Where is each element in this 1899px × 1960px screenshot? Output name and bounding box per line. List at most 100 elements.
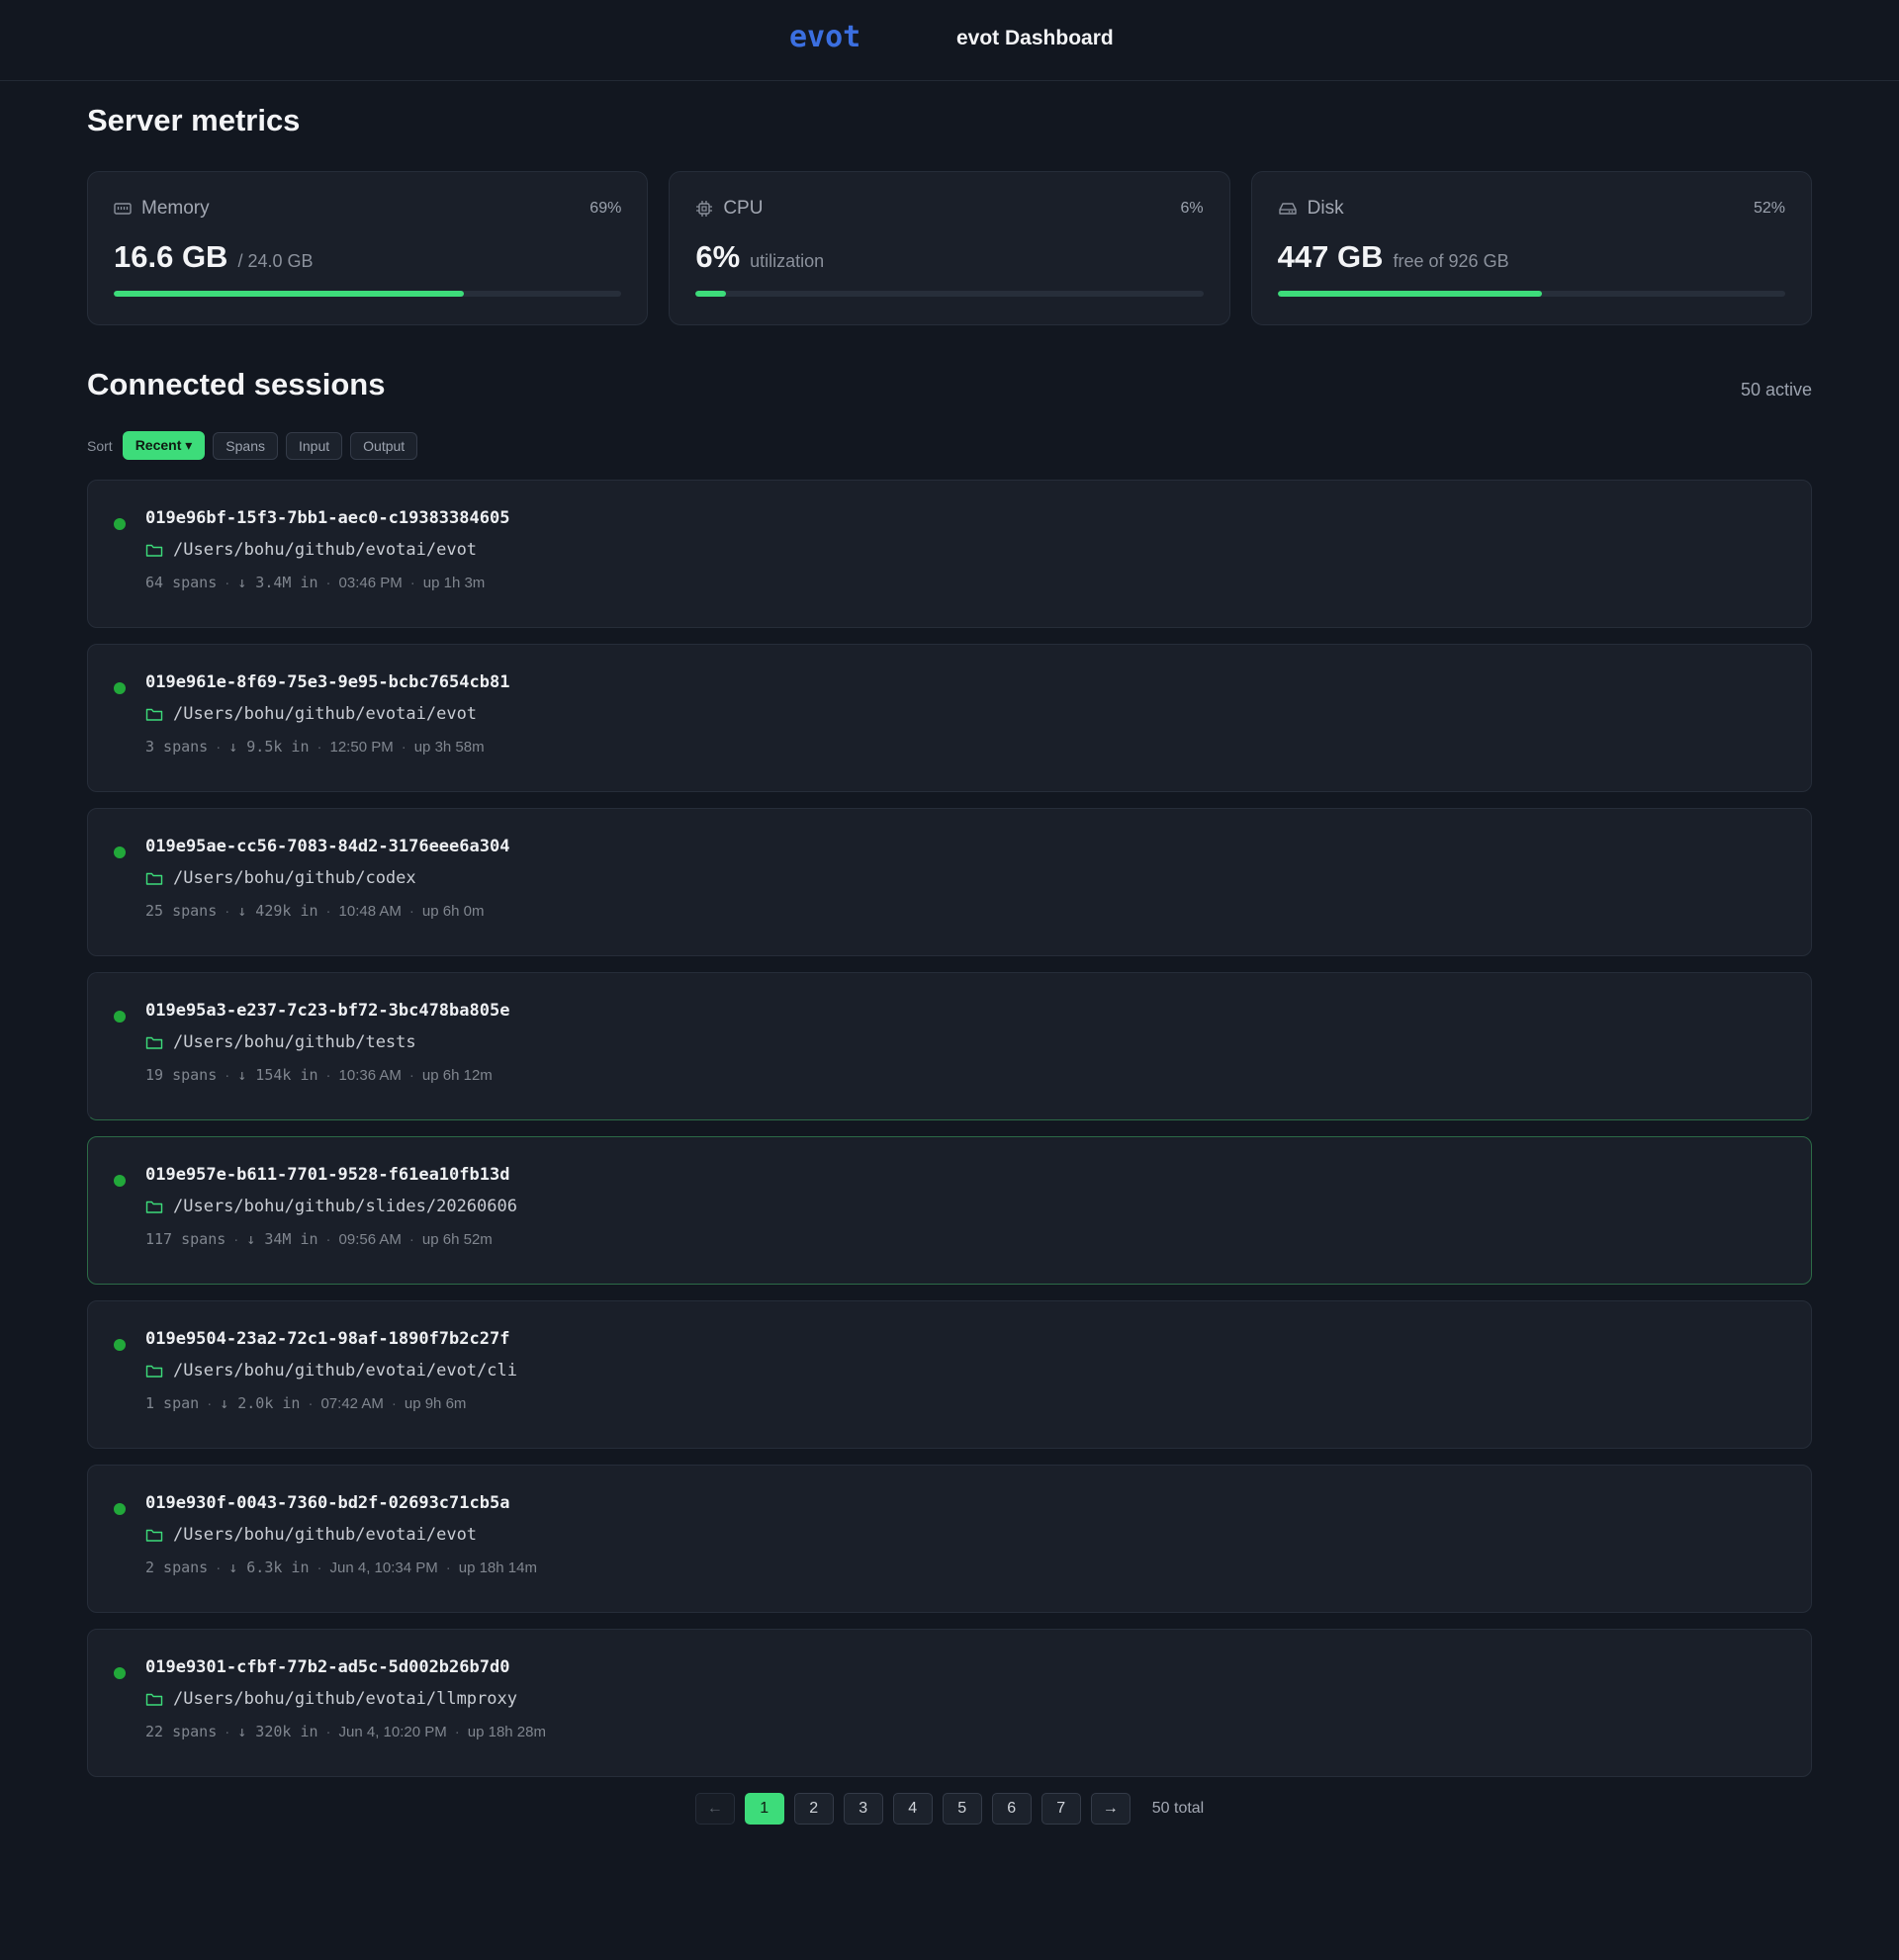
session-id: 019e96bf-15f3-7bb1-aec0-c19383384605 [145,508,510,528]
session-uptime: up 3h 58m [413,738,485,756]
brand-logo[interactable]: evot [789,20,860,54]
session-path: /Users/bohu/github/slides/20260606 [173,1197,517,1216]
session-card[interactable]: 019e9301-cfbf-77b2-ad5c-5d002b26b7d0 /Us… [87,1629,1812,1777]
page-button-4[interactable]: 4 [892,1793,933,1825]
session-spans: 22 spans [145,1723,218,1740]
session-uptime: up 6h 0m [421,902,485,920]
pagination: ← 1 2 3 4 5 6 7 → 50 total [87,1793,1812,1825]
session-input: ↓ 2.0k in [220,1394,301,1412]
page-button-5[interactable]: 5 [942,1793,982,1825]
disk-label: Disk [1307,198,1344,219]
page-button-1[interactable]: 1 [744,1793,784,1825]
session-input: ↓ 6.3k in [228,1559,310,1576]
metrics-heading: Server metrics [87,103,301,137]
page-button-7[interactable]: 7 [1040,1793,1081,1825]
disk-sub: free of 926 GB [1393,251,1509,271]
session-id: 019e9504-23a2-72c1-98af-1890f7b2c27f [145,1329,510,1349]
session-time: 12:50 PM [329,738,394,756]
session-uptime: up 18h 14m [458,1559,537,1576]
session-time: 10:48 AM [338,902,402,920]
session-card[interactable]: 019e930f-0043-7360-bd2f-02693c71cb5a /Us… [87,1465,1812,1613]
memory-icon [114,202,132,216]
folder-icon [145,543,163,558]
folder-icon [145,1200,163,1214]
disk-percent: 52% [1753,200,1785,217]
session-spans: 2 spans [145,1559,209,1576]
session-card[interactable]: 019e961e-8f69-75e3-9e95-bcbc7654cb81 /Us… [87,644,1812,792]
session-input: ↓ 429k in [237,902,318,920]
session-id: 019e957e-b611-7701-9528-f61ea10fb13d [145,1165,510,1185]
session-uptime: up 18h 28m [467,1723,546,1740]
session-id: 019e9301-cfbf-77b2-ad5c-5d002b26b7d0 [145,1657,510,1677]
dashboard-title: evot Dashboard [956,27,1114,49]
cpu-value: 6% [695,239,741,274]
status-dot [114,1667,126,1679]
separator: · [216,738,222,756]
memory-label: Memory [141,198,210,219]
session-time: 10:36 AM [338,1066,402,1084]
page-button-2[interactable]: 2 [793,1793,834,1825]
session-path: /Users/bohu/github/tests [173,1032,416,1052]
separator: · [454,1723,460,1740]
session-card[interactable]: 019e957e-b611-7701-9528-f61ea10fb13d /Us… [87,1136,1812,1285]
active-count: 50 active [1740,380,1812,400]
separator: · [225,1066,230,1084]
session-path: /Users/bohu/github/evotai/evot/cli [173,1361,517,1381]
memory-progress-fill [114,291,465,297]
separator: · [325,1723,331,1740]
folder-icon [145,1692,163,1707]
memory-card: Memory 69% 16.6 GB / 24.0 GB [87,171,649,325]
separator: · [408,1230,414,1248]
page-button-6[interactable]: 6 [991,1793,1032,1825]
session-uptime: up 1h 3m [422,574,486,591]
separator: · [445,1559,451,1576]
session-spans: 1 span [145,1394,200,1412]
sort-output-button[interactable]: Output [350,431,418,460]
separator: · [207,1394,213,1412]
folder-icon [145,1528,163,1543]
page-button-3[interactable]: 3 [843,1793,883,1825]
status-dot [114,682,126,694]
separator: · [409,574,415,591]
sort-recent-button[interactable]: Recent ▾ [122,431,206,460]
separator: · [391,1394,397,1412]
memory-sub: / 24.0 GB [237,251,314,271]
session-path: /Users/bohu/github/evotai/llmproxy [173,1689,517,1709]
separator: · [308,1394,314,1412]
cpu-label: CPU [723,198,764,219]
session-path: /Users/bohu/github/evotai/evot [173,704,478,724]
folder-icon [145,1035,163,1050]
sort-input-button[interactable]: Input [286,431,343,460]
separator: · [325,902,331,920]
session-input: ↓ 320k in [237,1723,318,1740]
separator: · [225,574,230,591]
cpu-percent: 6% [1180,200,1204,217]
status-dot [114,1503,126,1515]
session-time: Jun 4, 10:20 PM [338,1723,447,1740]
sort-spans-button[interactable]: Spans [213,431,278,460]
cpu-card: CPU 6% 6% utilization [669,171,1230,325]
session-card[interactable]: 019e95a3-e237-7c23-bf72-3bc478ba805e /Us… [87,972,1812,1120]
next-page-button[interactable]: → [1090,1793,1130,1825]
separator: · [408,1066,414,1084]
session-card[interactable]: 019e95ae-cc56-7083-84d2-3176eee6a304 /Us… [87,808,1812,956]
status-dot [114,518,126,530]
separator: · [233,1230,239,1248]
prev-page-button[interactable]: ← [694,1793,735,1825]
session-time: 03:46 PM [338,574,403,591]
separator: · [325,1230,331,1248]
session-card[interactable]: 019e9504-23a2-72c1-98af-1890f7b2c27f /Us… [87,1300,1812,1449]
separator: · [216,1559,222,1576]
sessions-heading: Connected sessions [87,367,386,401]
session-time: 09:56 AM [338,1230,402,1248]
top-bar: evot evot Dashboard [0,0,1899,81]
metrics-row: Memory 69% 16.6 GB / 24.0 GB CPU 6% 6% u… [87,171,1812,325]
folder-icon [145,707,163,722]
status-dot [114,846,126,858]
sort-bar: Sort Recent ▾ Spans Input Output [87,431,1812,460]
separator: · [408,902,414,920]
session-uptime: up 6h 52m [421,1230,493,1248]
separator: · [316,1559,322,1576]
session-path: /Users/bohu/github/codex [173,868,416,888]
session-card[interactable]: 019e96bf-15f3-7bb1-aec0-c19383384605 /Us… [87,480,1812,628]
